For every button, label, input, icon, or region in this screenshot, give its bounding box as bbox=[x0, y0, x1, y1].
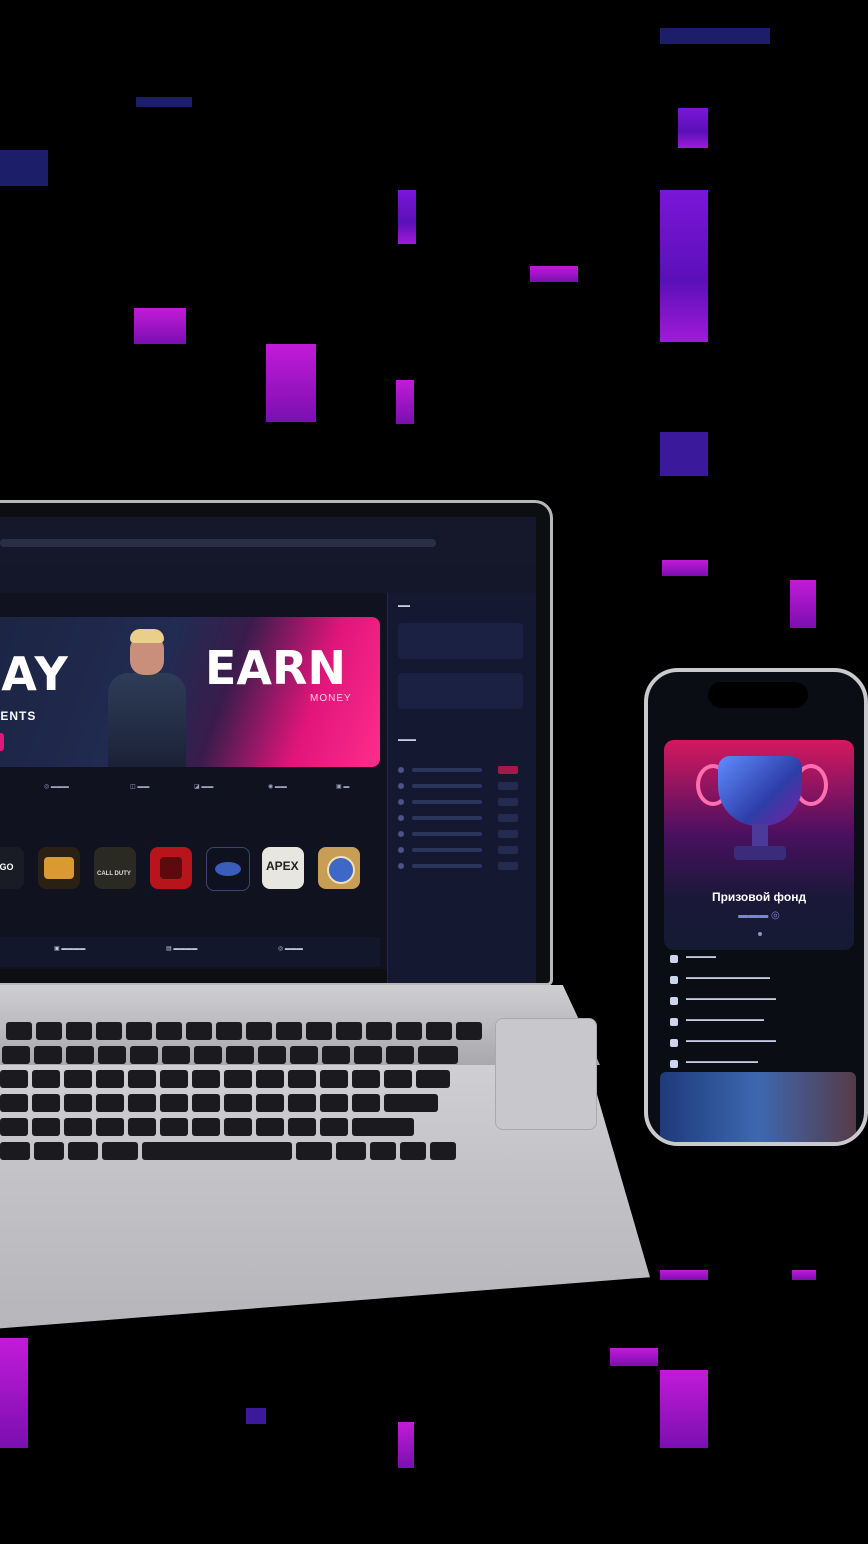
laptop-screen: ■ ▬▬▬ ◔ ▬▬ ⌄ LAY NAMENTS EARN MONEY ▬▬▬ … bbox=[0, 517, 536, 983]
laptop-lid: ■ ▬▬▬ ◔ ▬▬ ⌄ LAY NAMENTS EARN MONEY ▬▬▬ … bbox=[0, 500, 553, 986]
laptop-keyboard bbox=[0, 1022, 520, 1178]
game-filter-tabs: ▬▬▬ ◎ ▬▬▬ ◫ ▬▬ ◪ ▬▬ ◉ ▬▬ ▣ ▬ bbox=[0, 779, 380, 799]
game-tile-label: CALL DUTY bbox=[97, 871, 131, 877]
game-tile-starcraft[interactable] bbox=[206, 847, 250, 891]
game-tile-label: CS:GO bbox=[0, 862, 14, 872]
trophy-icon bbox=[718, 756, 802, 826]
filter-tab[interactable]: ▣ ▬ bbox=[336, 783, 349, 790]
check-icon bbox=[670, 997, 678, 1005]
strip-item[interactable]: ▣ ▬▬▬▬ bbox=[54, 945, 85, 952]
list-item: ▬▬▬▬▬▬▬▬▬▬▬▬▬ bbox=[664, 1013, 854, 1034]
key-row bbox=[6, 1022, 482, 1042]
right-sidebar: ▬▬ ▬▬▬ bbox=[387, 593, 536, 983]
game-tile-call-of-duty[interactable]: CALL DUTY bbox=[94, 847, 136, 889]
sidebar-row[interactable] bbox=[398, 797, 518, 807]
trophy-small-icon bbox=[670, 1039, 678, 1047]
hero-banner[interactable]: LAY NAMENTS EARN MONEY bbox=[0, 617, 380, 767]
key-row bbox=[0, 1070, 450, 1090]
key-row bbox=[0, 1142, 456, 1162]
browser-toolbar bbox=[0, 517, 536, 566]
sidebar-title: ▬▬ bbox=[398, 603, 410, 609]
site-header: ■ ▬▬▬ ◔ ▬▬ ⌄ bbox=[0, 565, 536, 629]
phone-bottom-card[interactable] bbox=[660, 1072, 856, 1142]
game-tile-hearthstone[interactable] bbox=[318, 847, 360, 889]
sidebar-row[interactable] bbox=[398, 813, 518, 823]
banner-tournaments-text: NAMENTS bbox=[0, 709, 37, 723]
filter-tab[interactable]: ◫ ▬▬ bbox=[130, 783, 149, 790]
game-tile-apex[interactable]: APEX bbox=[262, 847, 304, 889]
prize-banner[interactable]: Призовой фонд ▬▬▬ ◎ bbox=[664, 740, 854, 950]
list-item: ▬▬▬▬▬ bbox=[664, 950, 854, 971]
game-tile-dota2[interactable] bbox=[150, 847, 192, 889]
phone-notch bbox=[708, 682, 808, 708]
game-tile-pubg[interactable] bbox=[38, 847, 80, 889]
sidebar-row[interactable] bbox=[398, 765, 518, 775]
address-bar[interactable] bbox=[0, 539, 436, 547]
banner-play-text: LAY bbox=[0, 647, 70, 701]
filter-tab[interactable]: ◎ ▬▬▬ bbox=[44, 783, 69, 790]
character-hair bbox=[130, 629, 164, 643]
info-icon bbox=[670, 955, 678, 963]
banner-character bbox=[100, 625, 190, 767]
check-icon bbox=[670, 976, 678, 984]
carousel-dot[interactable] bbox=[758, 932, 762, 936]
trophy-base bbox=[734, 846, 786, 860]
laptop-trackpad bbox=[495, 1018, 597, 1130]
prize-fund-amount: ▬▬▬ ◎ bbox=[738, 910, 780, 921]
filter-tab[interactable]: ◪ ▬▬ bbox=[194, 783, 213, 790]
sidebar-row[interactable] bbox=[398, 861, 518, 871]
banner-money-text: MONEY bbox=[310, 693, 352, 704]
key-row bbox=[2, 1046, 458, 1066]
sidebar-row[interactable] bbox=[398, 781, 518, 791]
key-row bbox=[0, 1094, 438, 1114]
check-icon bbox=[670, 1018, 678, 1026]
strip-item[interactable]: ◎ ▬▬▬ bbox=[278, 945, 303, 952]
character-body bbox=[108, 673, 186, 767]
game-tile-csgo[interactable]: CS:GO bbox=[0, 847, 24, 889]
bottom-tournament-strip: ▣ ▬▬▬▬ ▤ ▬▬▬▬ ◎ ▬▬▬ bbox=[0, 937, 380, 967]
sidebar-card[interactable] bbox=[398, 673, 523, 709]
sidebar-row[interactable] bbox=[398, 845, 518, 855]
strip-item[interactable]: ▤ ▬▬▬▬ bbox=[166, 945, 197, 952]
key-row bbox=[0, 1118, 414, 1138]
sidebar-section-title: ▬▬▬ bbox=[398, 737, 416, 743]
phone-mockup: Призовой фонд ▬▬▬ ◎ ▬▬▬▬▬ ▬▬▬▬▬▬▬▬▬▬▬▬▬▬… bbox=[644, 668, 868, 1146]
sidebar-row[interactable] bbox=[398, 829, 518, 839]
banner-cta-button[interactable] bbox=[0, 733, 4, 751]
prize-details-list: ▬▬▬▬▬ ▬▬▬▬▬▬▬▬▬▬▬▬▬▬ ▬▬▬▬▬▬▬▬▬▬▬▬▬▬▬ ▬▬▬… bbox=[664, 950, 854, 1076]
game-tile-label: APEX bbox=[266, 859, 299, 873]
filter-tab[interactable]: ◉ ▬▬ bbox=[268, 783, 287, 790]
list-item: ▬▬▬▬▬▬▬▬▬▬▬▬▬▬▬ bbox=[664, 1034, 854, 1055]
list-item: ▬▬▬▬▬▬▬▬▬▬▬▬▬▬▬ bbox=[664, 992, 854, 1013]
prize-fund-title: Призовой фонд bbox=[711, 890, 807, 904]
sidebar-card[interactable] bbox=[398, 623, 523, 659]
banner-earn-text: EARN bbox=[205, 641, 346, 695]
list-item: ▬▬▬▬▬▬▬▬▬▬▬▬▬▬ bbox=[664, 971, 854, 992]
doc-icon bbox=[670, 1060, 678, 1068]
